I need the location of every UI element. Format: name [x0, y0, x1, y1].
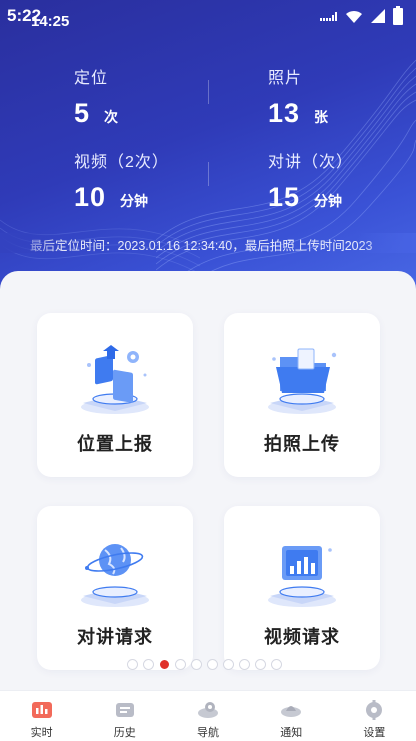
page-dot[interactable] — [223, 659, 234, 670]
settings-icon — [366, 700, 383, 720]
stat-divider — [208, 162, 209, 186]
stat-unit: 分钟 — [120, 193, 149, 209]
realtime-icon — [31, 702, 52, 718]
notification-icon — [281, 706, 302, 717]
location-report-card[interactable]: 位置上报 — [37, 313, 193, 477]
history-icon — [115, 703, 134, 717]
location-report-icon — [81, 345, 149, 414]
cellular-icon — [371, 9, 385, 23]
last-activity-ticker: 最后定位时间：2023.01.16 12:34:40，最后拍照上传时间2023 — [0, 233, 416, 253]
signal-bars-icon — [320, 12, 337, 21]
stat-intercom: 对讲（次） 15 分钟 — [268, 148, 353, 213]
stat-value: 5 — [74, 98, 91, 128]
stat-divider — [208, 80, 209, 104]
photo-upload-icon — [268, 348, 337, 414]
intercom-request-card[interactable]: 对讲请求 — [37, 506, 193, 670]
page-dot[interactable] — [191, 659, 202, 670]
status-time-secondary: 14:25 — [31, 13, 70, 30]
navigation-icon — [198, 702, 218, 718]
tab-label: 设置 — [363, 727, 386, 739]
stat-photos: 照片 13 张 — [268, 64, 328, 129]
tab-label: 历史 — [113, 727, 136, 739]
bottom-tab-bar: 实时 历史 导航 通知 设置 — [0, 690, 416, 741]
tab-label: 实时 — [30, 727, 53, 739]
stats-header — [0, 0, 416, 300]
video-request-card[interactable]: 视频请求 — [224, 506, 380, 670]
stat-label: 定位 — [74, 70, 109, 87]
stat-video: 视频（2次） 10 分钟 — [74, 148, 169, 213]
tab-label: 通知 — [280, 727, 303, 739]
card-title: 拍照上传 — [264, 434, 340, 454]
stat-location: 定位 5 次 — [74, 64, 118, 129]
tab-settings[interactable]: 设置 — [333, 691, 416, 741]
status-bar: 5:22 14:25 — [0, 0, 416, 34]
stat-label: 照片 — [268, 70, 303, 87]
stat-value: 10 — [74, 182, 107, 212]
tab-realtime[interactable]: 实时 — [0, 691, 83, 741]
tab-label: 导航 — [197, 727, 219, 739]
page-dot[interactable] — [239, 659, 250, 670]
battery-icon — [393, 6, 403, 25]
stat-label: 对讲（次） — [268, 154, 354, 171]
stat-unit: 张 — [314, 109, 329, 125]
tab-navigation[interactable]: 导航 — [166, 691, 249, 741]
page-indicator — [127, 659, 282, 670]
card-title: 位置上报 — [77, 434, 153, 454]
intercom-globe-icon — [81, 544, 149, 607]
card-title: 对讲请求 — [77, 627, 153, 647]
tab-history[interactable]: 历史 — [83, 691, 166, 741]
page-dot[interactable] — [175, 659, 186, 670]
stat-label: 视频（2次） — [74, 154, 169, 171]
page-dot[interactable] — [143, 659, 154, 670]
page-dot[interactable] — [271, 659, 282, 670]
page-dot-active[interactable] — [160, 660, 169, 669]
stat-value: 13 — [268, 98, 301, 128]
video-chart-icon — [268, 546, 336, 607]
ticker-text: 最后定位时间：2023.01.16 12:34:40，最后拍照上传时间2023 — [30, 239, 373, 253]
page-dot[interactable] — [207, 659, 218, 670]
status-icons — [320, 6, 404, 26]
wifi-icon — [346, 10, 362, 23]
stat-unit: 分钟 — [314, 193, 343, 209]
photo-upload-card[interactable]: 拍照上传 — [224, 313, 380, 477]
stat-unit: 次 — [104, 109, 119, 125]
card-title: 视频请求 — [264, 627, 340, 647]
tab-notification[interactable]: 通知 — [250, 691, 333, 741]
stat-value: 15 — [268, 182, 301, 212]
page-dot[interactable] — [255, 659, 266, 670]
page-dot[interactable] — [127, 659, 138, 670]
